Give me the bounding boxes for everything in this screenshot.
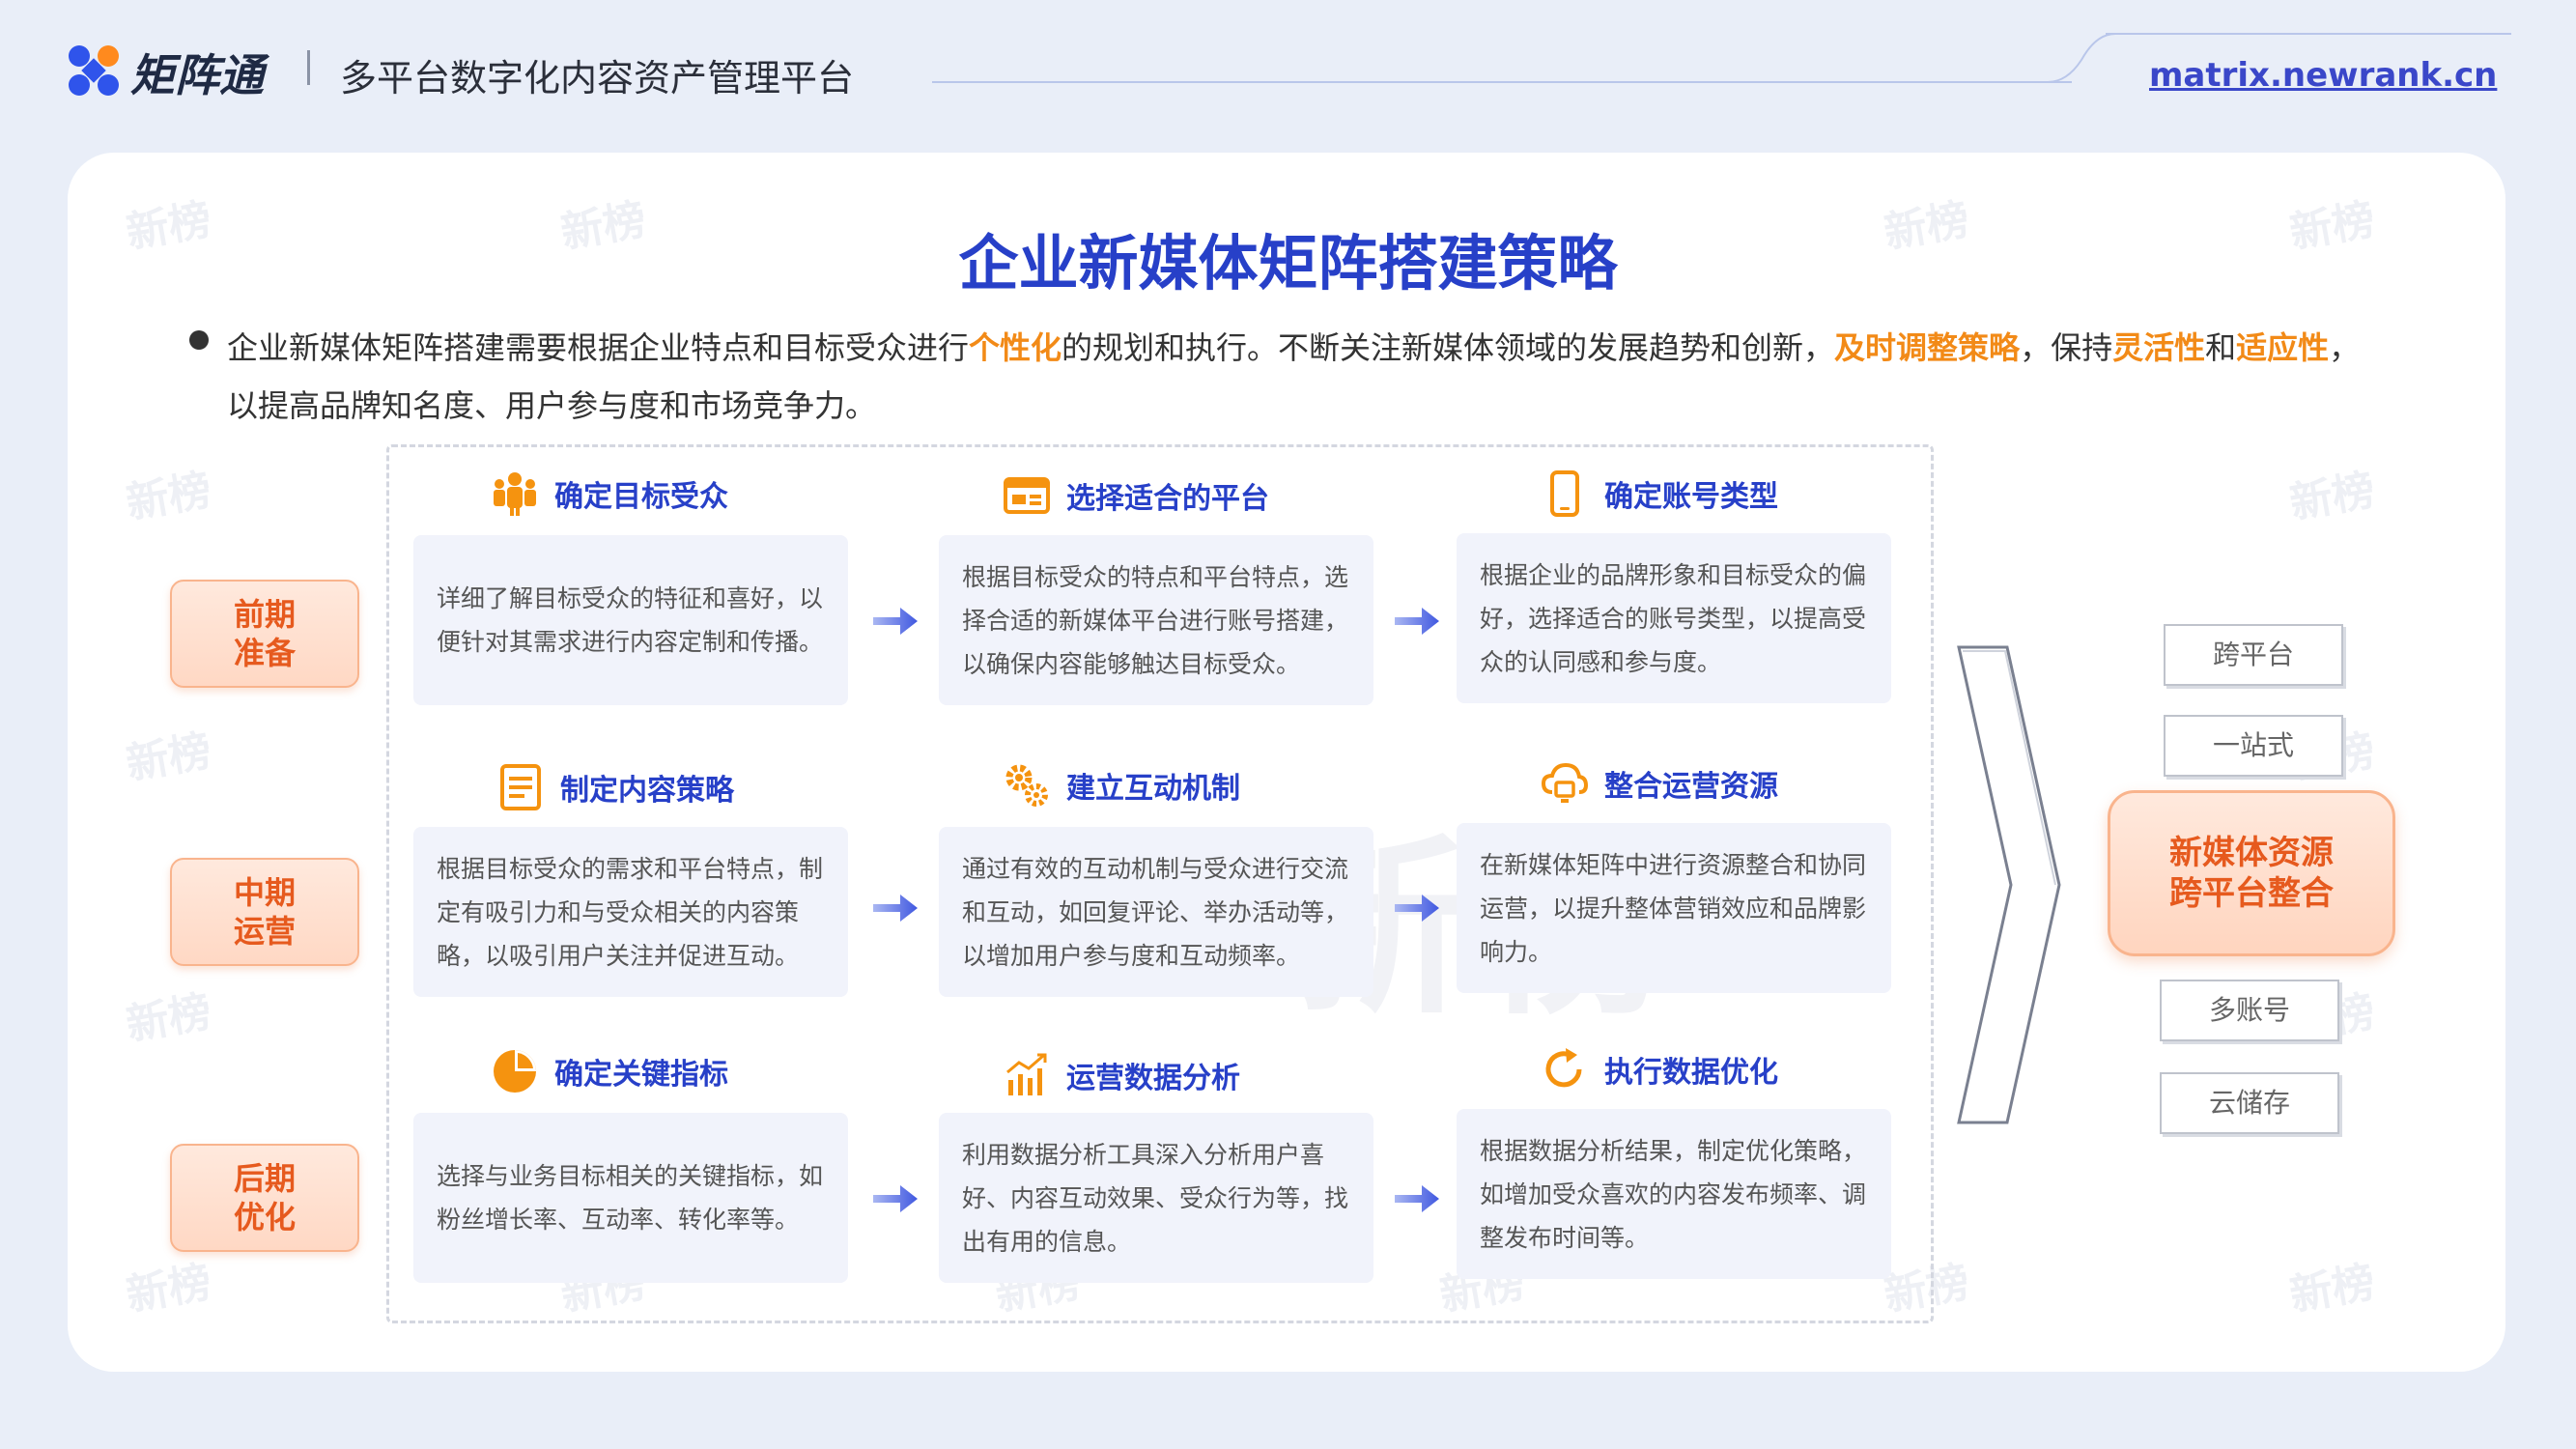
phase-label: 优化 (233, 1199, 296, 1236)
step-title: 执行数据优化 (1604, 1056, 1778, 1090)
step-title: 建立互动机制 (1066, 772, 1240, 806)
refresh-icon (1545, 1048, 1582, 1088)
flow-arrow-icon (873, 895, 918, 922)
intro-text: 和 (2205, 329, 2237, 366)
step-card: 根据目标受众的需求和平台特点，制定有吸引力和与受众相关的内容策略，以吸引用户关注… (413, 827, 848, 997)
step-card: 详细了解目标受众的特征和喜好，以便针对其需求进行内容定制和传播。 (413, 535, 848, 705)
browser-window-icon (1004, 477, 1050, 514)
step-title: 确定账号类型 (1604, 480, 1778, 514)
step-title: 选择适合的平台 (1066, 482, 1269, 516)
intro-highlight: 及时调整策略 (1834, 329, 2021, 366)
phase-late: 后期 优化 (170, 1144, 359, 1252)
integration-label: 新媒体资源 (2169, 834, 2334, 872)
tag-cloud-storage: 云储存 (2160, 1072, 2339, 1134)
intro-text: 的规划和执行。不断关注新媒体领域的发展趋势和创新， (1062, 329, 1835, 366)
step-description: 在新媒体矩阵中进行资源整合和协同运营，以提升整体营销效应和品牌影响力。 (1480, 850, 1867, 966)
step-card: 根据企业的品牌形象和目标受众的偏好，选择适合的账号类型，以提高受众的认同感和参与… (1457, 533, 1891, 703)
page-title: 企业新媒体矩阵搭建策略 (958, 228, 1618, 298)
step-card: 根据目标受众的特点和平台特点，选择合适的新媒体平台进行账号搭建，以确保内容能够触… (939, 535, 1373, 705)
site-url-link[interactable]: matrix.newrank.cn (2149, 56, 2497, 95)
phase-early: 前期 准备 (170, 580, 359, 688)
bar-chart-icon (1006, 1053, 1047, 1095)
step-card: 选择与业务目标相关的关键指标，如粉丝增长率、互动率、转化率等。 (413, 1113, 848, 1283)
phase-label: 中期 (233, 874, 296, 911)
people-icon (494, 472, 536, 516)
step-heading: 执行数据优化 (1541, 1045, 1778, 1094)
step-heading: 建立互动机制 (1003, 761, 1240, 810)
mobile-phone-icon (1550, 470, 1579, 517)
matrix-logo-icon (69, 45, 119, 96)
header-rule-bend (2048, 33, 2115, 83)
step-heading: 选择适合的平台 (1003, 471, 1269, 520)
integration-badge: 新媒体资源 跨平台整合 (2108, 790, 2395, 956)
tag-multi-account: 多账号 (2160, 980, 2339, 1041)
phase-label: 后期 (233, 1160, 296, 1197)
tag-cross-platform: 跨平台 (2164, 624, 2343, 686)
tag-one-stop: 一站式 (2164, 715, 2343, 777)
step-card: 通过有效的互动机制与受众进行交流和互动，如回复评论、举办活动等，以增加用户参与度… (939, 827, 1373, 997)
bullet-dot (189, 330, 209, 350)
intro-paragraph: 企业新媒体矩阵搭建需要根据企业特点和目标受众进行个性化的规划和执行。不断关注新媒… (227, 319, 2391, 435)
step-heading: 制定内容策略 (496, 763, 734, 811)
header-rule-top (2106, 33, 2511, 35)
phase-label: 前期 (233, 596, 296, 633)
watermark: 新榜 (2286, 465, 2379, 529)
step-description: 通过有效的互动机制与受众进行交流和互动，如回复评论、举办活动等，以增加用户参与度… (962, 854, 1349, 970)
step-title: 运营数据分析 (1066, 1062, 1240, 1095)
intro-text: ，保持 (2020, 329, 2113, 366)
flow-arrow-icon (1395, 895, 1439, 922)
step-card: 根据数据分析结果，制定优化策略，如增加受众喜欢的内容发布频率、调整发布时间等。 (1457, 1109, 1891, 1279)
phase-label: 运营 (233, 913, 296, 950)
header-rule (932, 81, 2072, 83)
phase-mid: 中期 运营 (170, 858, 359, 966)
watermark: 新榜 (123, 986, 215, 1051)
watermark: 新榜 (123, 465, 215, 529)
watermark: 新榜 (123, 1257, 215, 1321)
step-description: 根据目标受众的需求和平台特点，制定有吸引力和与受众相关的内容策略，以吸引用户关注… (437, 854, 824, 970)
step-description: 根据企业的品牌形象和目标受众的偏好，选择适合的账号类型，以提高受众的认同感和参与… (1480, 560, 1867, 676)
chevron-right-icon (1957, 645, 2061, 1124)
intro-highlight: 灵活性 (2112, 329, 2206, 366)
step-heading: 确定关键指标 (491, 1047, 728, 1095)
step-title: 制定内容策略 (560, 774, 734, 808)
watermark: 新榜 (2286, 1257, 2379, 1321)
integration-label: 跨平台整合 (2169, 874, 2334, 913)
step-heading: 确定目标受众 (491, 469, 728, 518)
step-title: 确定关键指标 (554, 1058, 728, 1092)
step-card: 在新媒体矩阵中进行资源整合和协同运营，以提升整体营销效应和品牌影响力。 (1457, 823, 1891, 993)
pie-chart-icon (494, 1050, 536, 1093)
step-description: 详细了解目标受众的特征和喜好，以便针对其需求进行内容定制和传播。 (437, 584, 824, 656)
flow-arrow-icon (873, 608, 918, 635)
flow-arrow-icon (873, 1185, 918, 1212)
flow-arrow-icon (1395, 1185, 1439, 1212)
gears-icon (1005, 764, 1048, 807)
step-title: 确定目标受众 (554, 480, 728, 514)
intro-highlight: 适应性 (2236, 329, 2330, 366)
watermark: 新榜 (123, 725, 215, 790)
step-description: 根据数据分析结果，制定优化策略，如增加受众喜欢的内容发布频率、调整发布时间等。 (1480, 1136, 1867, 1252)
step-description: 选择与业务目标相关的关键指标，如粉丝增长率、互动率、转化率等。 (437, 1162, 824, 1234)
step-description: 根据目标受众的特点和平台特点，选择合适的新媒体平台进行账号搭建，以确保内容能够触… (962, 562, 1349, 678)
step-heading: 运营数据分析 (1003, 1051, 1240, 1099)
intro-text: 企业新媒体矩阵搭建需要根据企业特点和目标受众进行 (227, 329, 970, 366)
step-title: 整合运营资源 (1604, 770, 1778, 804)
header-subtitle: 多平台数字化内容资产管理平台 (340, 57, 855, 99)
step-heading: 确定账号类型 (1541, 469, 1778, 518)
step-card: 利用数据分析工具深入分析用户喜好、内容互动效果、受众行为等，找出有用的信息。 (939, 1113, 1373, 1283)
document-icon (500, 764, 541, 810)
brand-name: 矩阵通 (130, 49, 264, 101)
cloud-monitor-icon (1541, 762, 1589, 803)
step-description: 利用数据分析工具深入分析用户喜好、内容互动效果、受众行为等，找出有用的信息。 (962, 1140, 1349, 1256)
intro-highlight: 个性化 (969, 329, 1062, 366)
phase-label: 准备 (233, 635, 296, 671)
flow-arrow-icon (1395, 608, 1439, 635)
step-heading: 整合运营资源 (1541, 759, 1778, 808)
header-divider (307, 50, 310, 85)
